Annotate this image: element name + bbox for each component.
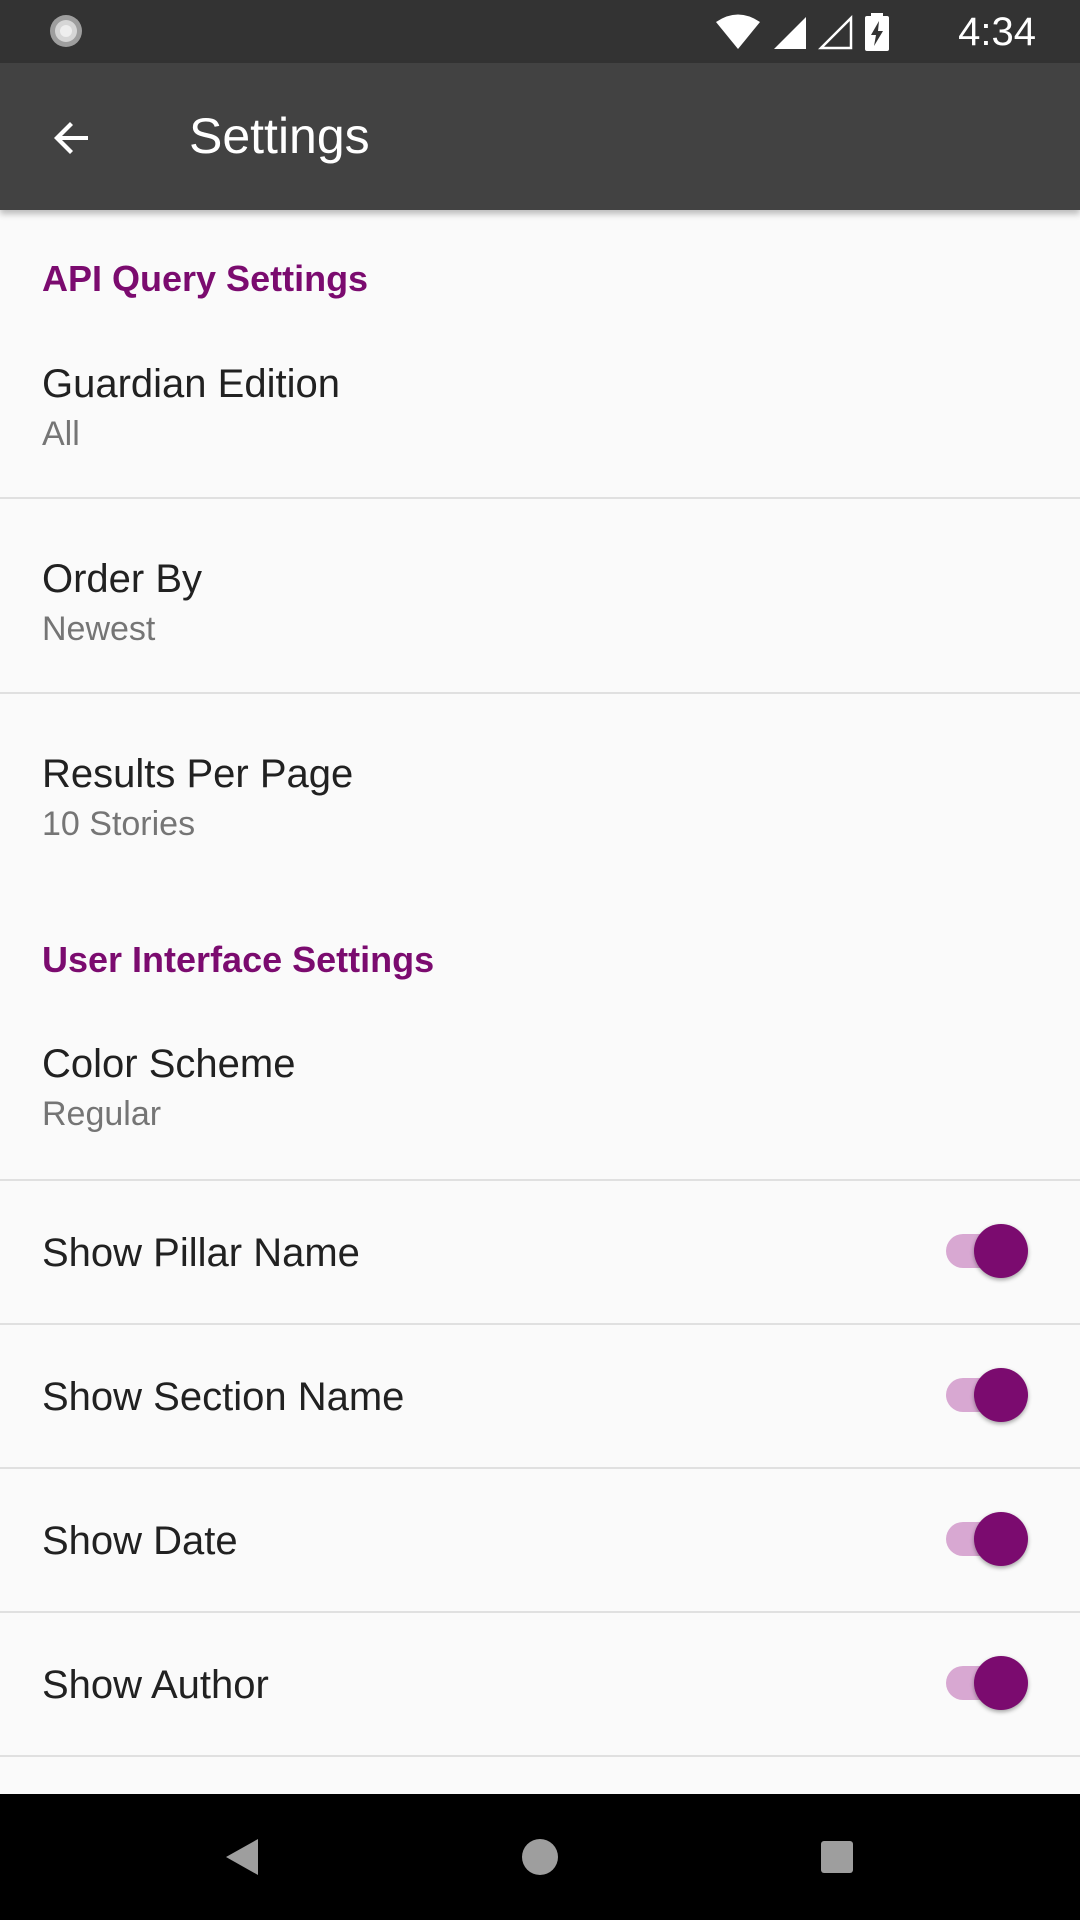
settings-list[interactable]: API Query Settings Guardian Edition All … — [0, 210, 1080, 1794]
pref-results-per-page[interactable]: Results Per Page 10 Stories — [0, 694, 1080, 884]
show-date-switch[interactable] — [944, 1510, 1028, 1570]
page-title: Settings — [189, 108, 370, 164]
wifi-icon — [716, 14, 760, 49]
nav-back-button[interactable] — [212, 1827, 272, 1887]
switch-thumb — [974, 1224, 1028, 1278]
pref-guardian-edition[interactable]: Guardian Edition All — [0, 320, 1080, 497]
pref-summary: All — [42, 415, 80, 453]
pref-title: Show Date — [42, 1519, 238, 1563]
back-button[interactable] — [42, 108, 102, 168]
show-author-switch[interactable] — [944, 1654, 1028, 1714]
section-header-api-query: API Query Settings — [42, 258, 369, 299]
nav-recents-button[interactable] — [807, 1827, 867, 1887]
status-bar: 4:34 — [0, 0, 1080, 63]
pref-summary: 10 Stories — [42, 805, 196, 843]
pref-show-pillar-name[interactable]: Show Pillar Name — [0, 1181, 1080, 1323]
pref-color-scheme[interactable]: Color Scheme Regular — [0, 1000, 1080, 1179]
loading-icon — [50, 15, 82, 47]
status-time: 4:34 — [958, 10, 1036, 54]
pref-title: Show Author — [42, 1663, 269, 1707]
pref-show-author[interactable]: Show Author — [0, 1613, 1080, 1755]
pref-title: Show Pillar Name — [42, 1231, 360, 1275]
nav-home-button[interactable] — [510, 1827, 570, 1887]
pref-title: Results Per Page — [42, 752, 354, 796]
system-icons — [714, 12, 890, 52]
pref-show-date[interactable]: Show Date — [0, 1469, 1080, 1611]
nav-home-icon — [522, 1839, 558, 1875]
signal-empty-icon — [818, 14, 853, 50]
pref-show-section-name[interactable]: Show Section Name — [0, 1325, 1080, 1467]
switch-thumb — [974, 1512, 1028, 1566]
pref-title: Show Section Name — [42, 1375, 405, 1419]
section-header-user-interface: User Interface Settings — [42, 939, 435, 980]
divider — [0, 1755, 1080, 1757]
navigation-bar — [0, 1794, 1080, 1920]
signal-icon — [774, 17, 806, 49]
switch-thumb — [974, 1656, 1028, 1710]
show-pillar-name-switch[interactable] — [944, 1222, 1028, 1282]
pref-summary: Regular — [42, 1095, 162, 1133]
nav-back-icon — [226, 1839, 258, 1875]
back-arrow-icon — [54, 122, 88, 154]
pref-summary: Newest — [42, 610, 156, 648]
nav-recents-icon — [821, 1841, 853, 1873]
battery-charging-icon — [865, 13, 889, 51]
pref-title: Color Scheme — [42, 1042, 296, 1086]
pref-title: Order By — [42, 557, 203, 601]
switch-thumb — [974, 1368, 1028, 1422]
pref-title: Guardian Edition — [42, 362, 340, 406]
pref-order-by[interactable]: Order By Newest — [0, 499, 1080, 692]
app-bar: Settings — [0, 63, 1080, 210]
show-section-name-switch[interactable] — [944, 1366, 1028, 1426]
